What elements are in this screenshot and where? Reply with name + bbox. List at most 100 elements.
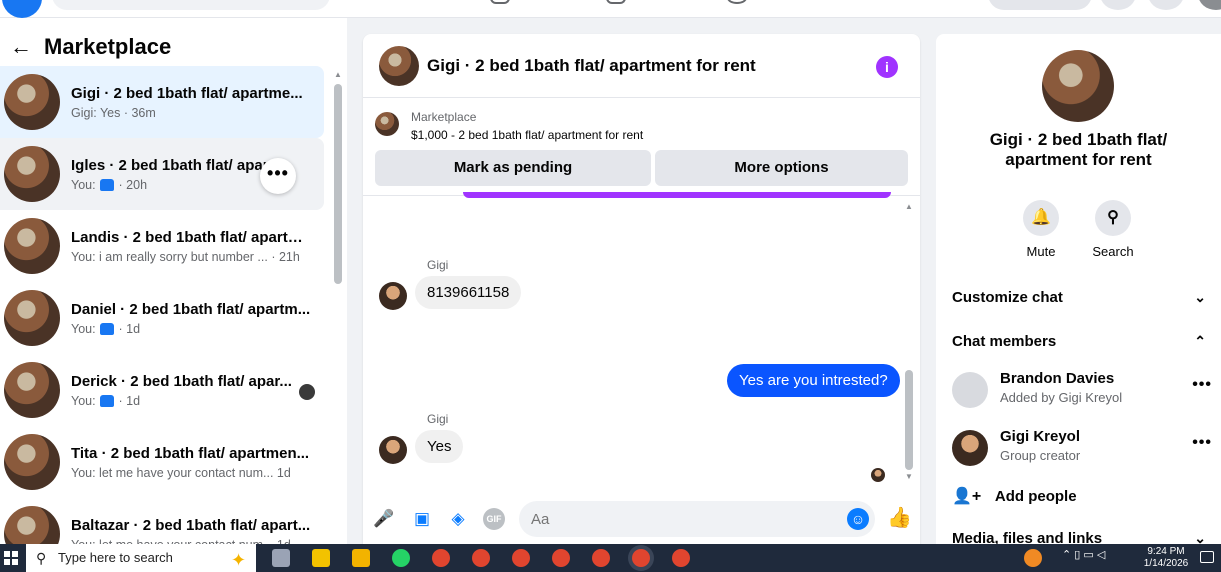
photo-icon[interactable]: ▣ — [411, 508, 433, 530]
scroll-up-arrow-icon[interactable]: ▲ — [334, 70, 342, 79]
messenger-icon[interactable] — [1148, 0, 1184, 10]
chat-avatar[interactable] — [379, 45, 419, 86]
taskbar-search-input[interactable]: ⚲ Type here to search ✦ — [26, 544, 256, 572]
nav-groups-icon[interactable] — [490, 0, 510, 4]
taskbar-clock[interactable]: 9:24 PM 1/14/2026 — [1140, 546, 1192, 570]
chevron-down-icon[interactable]: ⌄ — [1194, 289, 1206, 306]
chat-scrollbar[interactable]: ▲ ▼ — [904, 202, 914, 482]
conversation-item[interactable]: Igles · 2 bed 1bath flat/ apart... You: … — [0, 138, 324, 210]
profile-avatar[interactable] — [1198, 0, 1221, 10]
task-view-icon[interactable] — [272, 549, 290, 567]
chrome-icon[interactable] — [432, 549, 450, 567]
listing-thumbnail — [4, 290, 60, 346]
sticky-notes-icon[interactable] — [352, 549, 370, 567]
scrollbar-thumb[interactable] — [905, 370, 913, 470]
thumbs-up-icon[interactable]: 👍 — [887, 506, 912, 530]
incoming-message[interactable]: 8139661158 — [415, 276, 522, 309]
member-row[interactable]: Gigi Kreyol Group creator ••• — [952, 428, 1212, 468]
file-explorer-icon[interactable] — [312, 549, 330, 567]
notifications-icon[interactable] — [1200, 551, 1214, 563]
sender-avatar[interactable] — [379, 436, 407, 464]
gif-icon[interactable]: GIF — [483, 508, 505, 530]
chrome-icon[interactable] — [672, 549, 690, 567]
thumbs-up-icon — [100, 322, 115, 335]
facebook-logo-icon[interactable] — [2, 0, 42, 18]
conversation-item[interactable]: Gigi · 2 bed 1bath flat/ apartme... Gigi… — [0, 66, 324, 138]
sparkle-icon: ✦ — [231, 550, 247, 570]
customize-chat-section[interactable]: Customize chat ⌄ — [952, 289, 1212, 306]
more-options-button[interactable]: More options — [655, 150, 908, 186]
windows-start-icon[interactable] — [4, 551, 18, 565]
scrollbar-thumb[interactable] — [334, 84, 342, 284]
back-arrow-icon[interactable]: ← — [10, 34, 32, 60]
add-people-button[interactable]: 👤+ Add people — [952, 486, 1077, 506]
mark-as-pending-button[interactable]: Mark as pending — [375, 150, 651, 186]
clock-time: 9:24 PM — [1147, 546, 1185, 557]
system-tray-icons[interactable]: ⌃ ▯ ▭ ◁ — [1062, 548, 1105, 561]
scroll-down-arrow-icon[interactable]: ▼ — [905, 472, 913, 481]
search-button[interactable]: ⚲ Search — [1083, 200, 1143, 259]
chat-members-section[interactable]: Chat members ⌃ — [952, 333, 1212, 350]
top-navigation-bar — [0, 0, 1221, 18]
member-name: Gigi Kreyol — [1000, 428, 1081, 445]
chevron-up-icon[interactable]: ⌃ — [1194, 333, 1206, 350]
scroll-up-arrow-icon[interactable]: ▲ — [905, 202, 913, 211]
listing-thumbnail[interactable] — [375, 112, 399, 136]
nav-gaming-icon[interactable] — [727, 0, 747, 4]
conversation-title: Baltazar · 2 bed 1bath flat/ apart... — [71, 516, 311, 534]
listing-thumbnail — [4, 74, 60, 130]
taskbar-search-placeholder: Type here to search — [58, 550, 173, 565]
conversation-item[interactable]: Tita · 2 bed 1bath flat/ apartmen... You… — [0, 426, 324, 498]
find-friends-button[interactable] — [988, 0, 1092, 10]
listing-price-title[interactable]: $1,000 - 2 bed 1bath flat/ apartment for… — [411, 128, 643, 142]
microphone-icon[interactable]: 🎤 — [373, 508, 395, 530]
chevron-down-icon[interactable]: ⌄ — [1194, 530, 1206, 544]
chrome-icon[interactable] — [472, 549, 490, 567]
message-thread: Gigi 8139661158 Yes are you intrested? G… — [363, 198, 920, 488]
media-files-section[interactable]: Media, files and links ⌄ — [952, 530, 1212, 544]
chrome-icon[interactable] — [512, 549, 530, 567]
customize-chat-label: Customize chat — [952, 289, 1063, 306]
mute-button[interactable]: 🔔 Mute — [1011, 200, 1071, 259]
message-composer: 🎤 ▣ ◈ GIF ☺ 👍 — [363, 496, 920, 544]
member-row[interactable]: Brandon Davies Added by Gigi Kreyol ••• — [952, 370, 1212, 410]
whatsapp-icon[interactable] — [392, 549, 410, 567]
conversation-item[interactable]: Daniel · 2 bed 1bath flat/ apartm... You… — [0, 282, 324, 354]
sidebar-scrollbar[interactable]: ▲ — [333, 68, 343, 544]
chat-info-avatar[interactable] — [1042, 50, 1114, 122]
bell-icon[interactable]: 🔔 — [1023, 200, 1059, 236]
conversation-title: Gigi · 2 bed 1bath flat/ apartme... — [71, 84, 303, 102]
conversation-preview: You: · 1d — [71, 393, 141, 408]
facebook-search-input[interactable] — [52, 0, 330, 10]
chat-title[interactable]: Gigi · 2 bed 1bath flat/ apartment for r… — [427, 56, 756, 76]
mute-label: Mute — [1026, 244, 1056, 259]
search-icon[interactable]: ⚲ — [1095, 200, 1131, 236]
menu-icon[interactable] — [1100, 0, 1136, 10]
member-more-icon[interactable]: ••• — [1192, 434, 1212, 452]
message-input[interactable] — [519, 501, 875, 537]
chrome-icon[interactable] — [552, 549, 570, 567]
weather-icon[interactable] — [1024, 549, 1042, 567]
emoji-icon[interactable]: ☺ — [847, 508, 869, 530]
chat-header: Gigi · 2 bed 1bath flat/ apartment for r… — [363, 34, 920, 98]
media-files-label: Media, files and links — [952, 530, 1103, 544]
sender-avatar[interactable] — [379, 282, 407, 310]
conversation-item[interactable]: Landis · 2 bed 1bath flat/ apartm... You… — [0, 210, 324, 282]
conversation-more-button[interactable]: ••• — [260, 158, 296, 194]
chat-panel: Gigi · 2 bed 1bath flat/ apartment for r… — [363, 34, 920, 544]
outgoing-message[interactable]: Yes are you intrested? — [727, 364, 900, 397]
conversation-item[interactable]: Derick · 2 bed 1bath flat/ apar... You: … — [0, 354, 324, 426]
member-more-icon[interactable]: ••• — [1192, 376, 1212, 394]
sticker-icon[interactable]: ◈ — [447, 508, 469, 530]
conversation-preview: You: let me have your contact num... 1d — [71, 465, 291, 480]
conversation-title: Daniel · 2 bed 1bath flat/ apartm... — [71, 300, 311, 318]
nav-marketplace-icon[interactable] — [606, 0, 626, 4]
conversation-title: Derick · 2 bed 1bath flat/ apar... — [71, 372, 292, 390]
info-icon[interactable]: i — [876, 56, 898, 78]
chrome-icon[interactable] — [592, 549, 610, 567]
incoming-message[interactable]: Yes — [415, 430, 464, 463]
chat-info-panel: Gigi · 2 bed 1bath flat/ apartment for r… — [936, 34, 1221, 544]
message-sender-name: Gigi — [427, 412, 449, 426]
chrome-icon[interactable] — [632, 549, 650, 567]
listing-banner: Marketplace $1,000 - 2 bed 1bath flat/ a… — [363, 98, 920, 196]
